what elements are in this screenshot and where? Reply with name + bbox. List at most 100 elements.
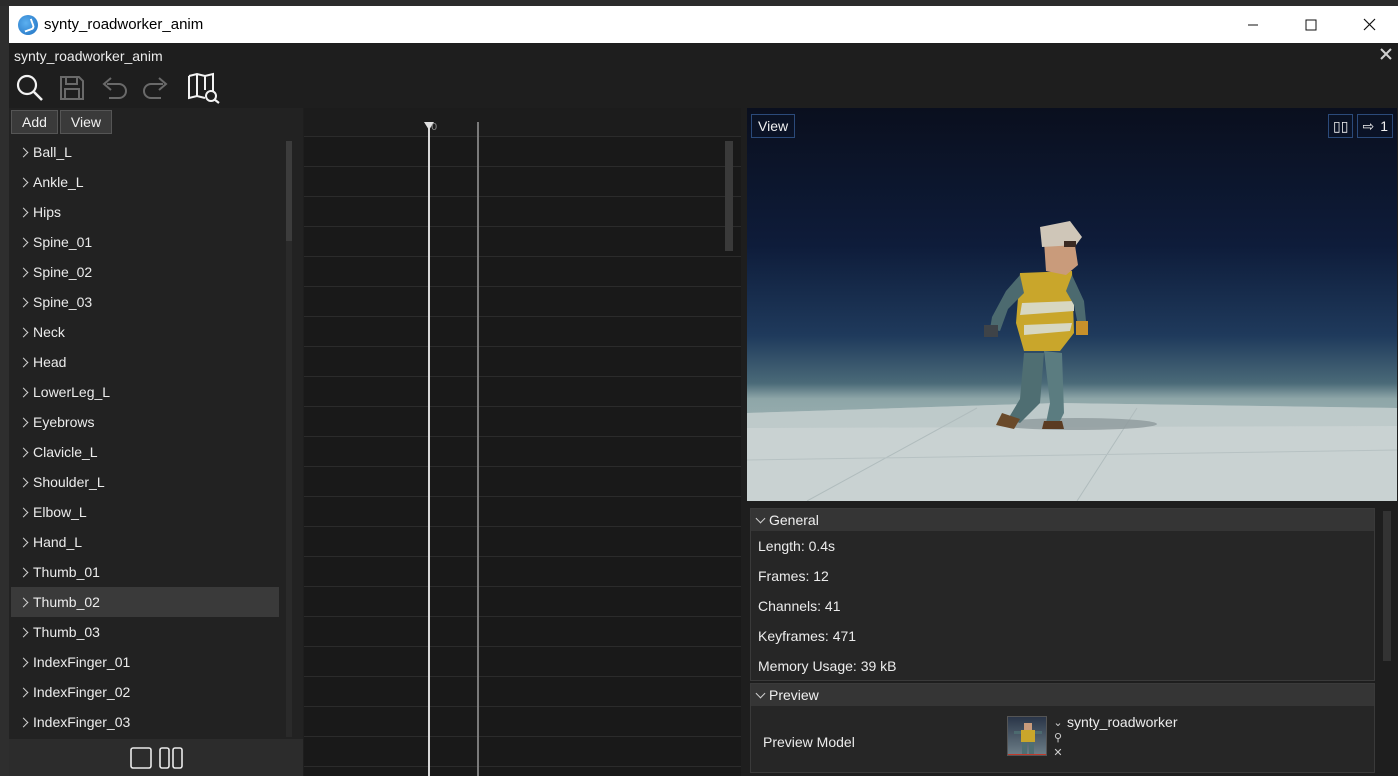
pause-button[interactable]: ▯▯ xyxy=(1328,114,1354,138)
timeline-track-separator xyxy=(304,166,741,167)
chevron-right-icon[interactable] xyxy=(11,419,33,426)
tree-item[interactable]: Shoulder_L xyxy=(11,467,279,497)
chevron-right-icon[interactable] xyxy=(11,299,33,306)
chevron-right-icon[interactable] xyxy=(11,359,33,366)
timeline-track-separator xyxy=(304,406,741,407)
search-button[interactable] xyxy=(9,68,51,108)
undo-button[interactable] xyxy=(93,68,135,108)
clear-icon[interactable]: ✕ xyxy=(1053,746,1062,759)
tree-item-label: Thumb_02 xyxy=(33,594,100,610)
timeline-track-separator xyxy=(304,556,741,557)
frames-info: Frames: 12 xyxy=(758,568,829,584)
chevron-right-icon[interactable] xyxy=(11,689,33,696)
tree-item[interactable]: IndexFinger_02 xyxy=(11,677,279,707)
close-window-button[interactable] xyxy=(1340,6,1398,43)
chevron-right-icon[interactable] xyxy=(11,659,33,666)
tree-item[interactable]: Eyebrows xyxy=(11,407,279,437)
timeline-track-separator xyxy=(304,706,741,707)
keyframe-timeline[interactable]: 0 xyxy=(304,108,741,776)
tree-scrollbar-thumb[interactable] xyxy=(286,141,292,241)
chevron-right-icon[interactable] xyxy=(11,599,33,606)
editor-close-button[interactable] xyxy=(1380,45,1392,64)
chevron-right-icon[interactable] xyxy=(11,269,33,276)
properties-scrollbar[interactable] xyxy=(1383,511,1391,661)
single-pane-button[interactable] xyxy=(129,746,153,770)
preview-model-value: synty_roadworker xyxy=(1067,714,1178,730)
chevron-right-icon[interactable] xyxy=(11,479,33,486)
docs-search-button[interactable] xyxy=(183,68,225,108)
chevron-right-icon[interactable] xyxy=(11,539,33,546)
chevron-right-icon[interactable] xyxy=(11,629,33,636)
chevron-right-icon[interactable] xyxy=(11,239,33,246)
timeline-scrollbar[interactable] xyxy=(725,141,733,251)
timeline-track-separator xyxy=(304,346,741,347)
tree-item[interactable]: Spine_02 xyxy=(11,257,279,287)
tree-item-label: Thumb_01 xyxy=(33,564,100,580)
maximize-button[interactable] xyxy=(1282,6,1340,43)
animation-preview-viewport[interactable]: View ▯▯ ⇨ 1 xyxy=(747,108,1397,501)
redo-button[interactable] xyxy=(135,68,177,108)
timeline-track-separator xyxy=(304,766,741,767)
tree-item-label: IndexFinger_02 xyxy=(33,684,131,700)
general-section-header[interactable]: General xyxy=(751,509,1374,531)
tree-item-label: IndexFinger_01 xyxy=(33,654,131,670)
find-icon[interactable]: ⚲ xyxy=(1054,731,1062,744)
tree-scrollbar[interactable] xyxy=(286,141,292,737)
tree-item[interactable]: Spine_03 xyxy=(11,287,279,317)
timeline-track-separator xyxy=(304,676,741,677)
preview-model-actions: ⌄ ⚲ ✕ xyxy=(1051,716,1065,759)
chevron-right-icon[interactable] xyxy=(11,719,33,726)
tree-item[interactable]: Head xyxy=(11,347,279,377)
preview-section-title: Preview xyxy=(769,687,819,703)
animation-editor-window: synty_roadworker_anim Add View Ball_L Ank… xyxy=(9,43,1398,776)
tree-menu-bar: Add View xyxy=(11,110,113,134)
preview-model-label: Preview Model xyxy=(763,734,855,750)
tree-item[interactable]: Thumb_01 xyxy=(11,557,279,587)
tree-item[interactable]: Ankle_L xyxy=(11,167,279,197)
tree-item[interactable]: Hand_L xyxy=(11,527,279,557)
chevron-right-icon[interactable] xyxy=(11,149,33,156)
tree-item[interactable]: Hips xyxy=(11,197,279,227)
chevron-right-icon[interactable] xyxy=(11,389,33,396)
dropdown-chevron-icon[interactable]: ⌄ xyxy=(1053,716,1062,729)
chevron-right-icon[interactable] xyxy=(11,209,33,216)
tree-item[interactable]: Neck xyxy=(11,317,279,347)
tree-item[interactable]: IndexFinger_01 xyxy=(11,647,279,677)
keyframes-info: Keyframes: 471 xyxy=(758,628,857,644)
view-menu-button[interactable]: View xyxy=(59,110,113,134)
tree-item-label: Hand_L xyxy=(33,534,83,550)
tree-item-label: Shoulder_L xyxy=(33,474,105,490)
properties-panel: General Length: 0.4s Frames: 12 Channels… xyxy=(747,503,1397,776)
tree-item[interactable]: LowerLeg_L xyxy=(11,377,279,407)
general-section: General Length: 0.4s Frames: 12 Channels… xyxy=(750,508,1375,681)
save-icon xyxy=(60,76,84,100)
tree-item[interactable]: Ball_L xyxy=(11,137,279,167)
timeline-track-separator xyxy=(304,196,741,197)
timeline-playhead[interactable] xyxy=(428,122,430,776)
tree-item[interactable]: Spine_01 xyxy=(11,227,279,257)
chevron-right-icon[interactable] xyxy=(11,449,33,456)
tree-item[interactable]: Elbow_L xyxy=(11,497,279,527)
window-titlebar[interactable]: synty_roadworker_anim xyxy=(9,6,1398,43)
add-menu-button[interactable]: Add xyxy=(11,110,58,134)
tree-item[interactable]: Thumb_02 xyxy=(11,587,279,617)
tree-item[interactable]: Thumb_03 xyxy=(11,617,279,647)
tree-item-label: Head xyxy=(33,354,67,370)
viewport-view-menu-button[interactable]: View xyxy=(751,114,796,138)
timeline-track-separator xyxy=(304,496,741,497)
minimize-button[interactable] xyxy=(1224,6,1282,43)
split-pane-button[interactable] xyxy=(159,746,183,770)
chevron-right-icon[interactable] xyxy=(11,329,33,336)
timeline-ruler[interactable] xyxy=(304,108,741,136)
chevron-right-icon[interactable] xyxy=(11,509,33,516)
preview-model-thumbnail[interactable] xyxy=(1007,716,1047,756)
save-button[interactable] xyxy=(51,68,93,108)
chevron-right-icon[interactable] xyxy=(11,179,33,186)
chevron-right-icon[interactable] xyxy=(11,569,33,576)
playback-speed-button[interactable]: ⇨ 1 xyxy=(1357,114,1393,138)
tree-item-label: Elbow_L xyxy=(33,504,87,520)
search-icon xyxy=(16,74,43,101)
tree-item[interactable]: IndexFinger_03 xyxy=(11,707,279,737)
tree-item[interactable]: Clavicle_L xyxy=(11,437,279,467)
preview-section-header[interactable]: Preview xyxy=(751,684,1374,706)
